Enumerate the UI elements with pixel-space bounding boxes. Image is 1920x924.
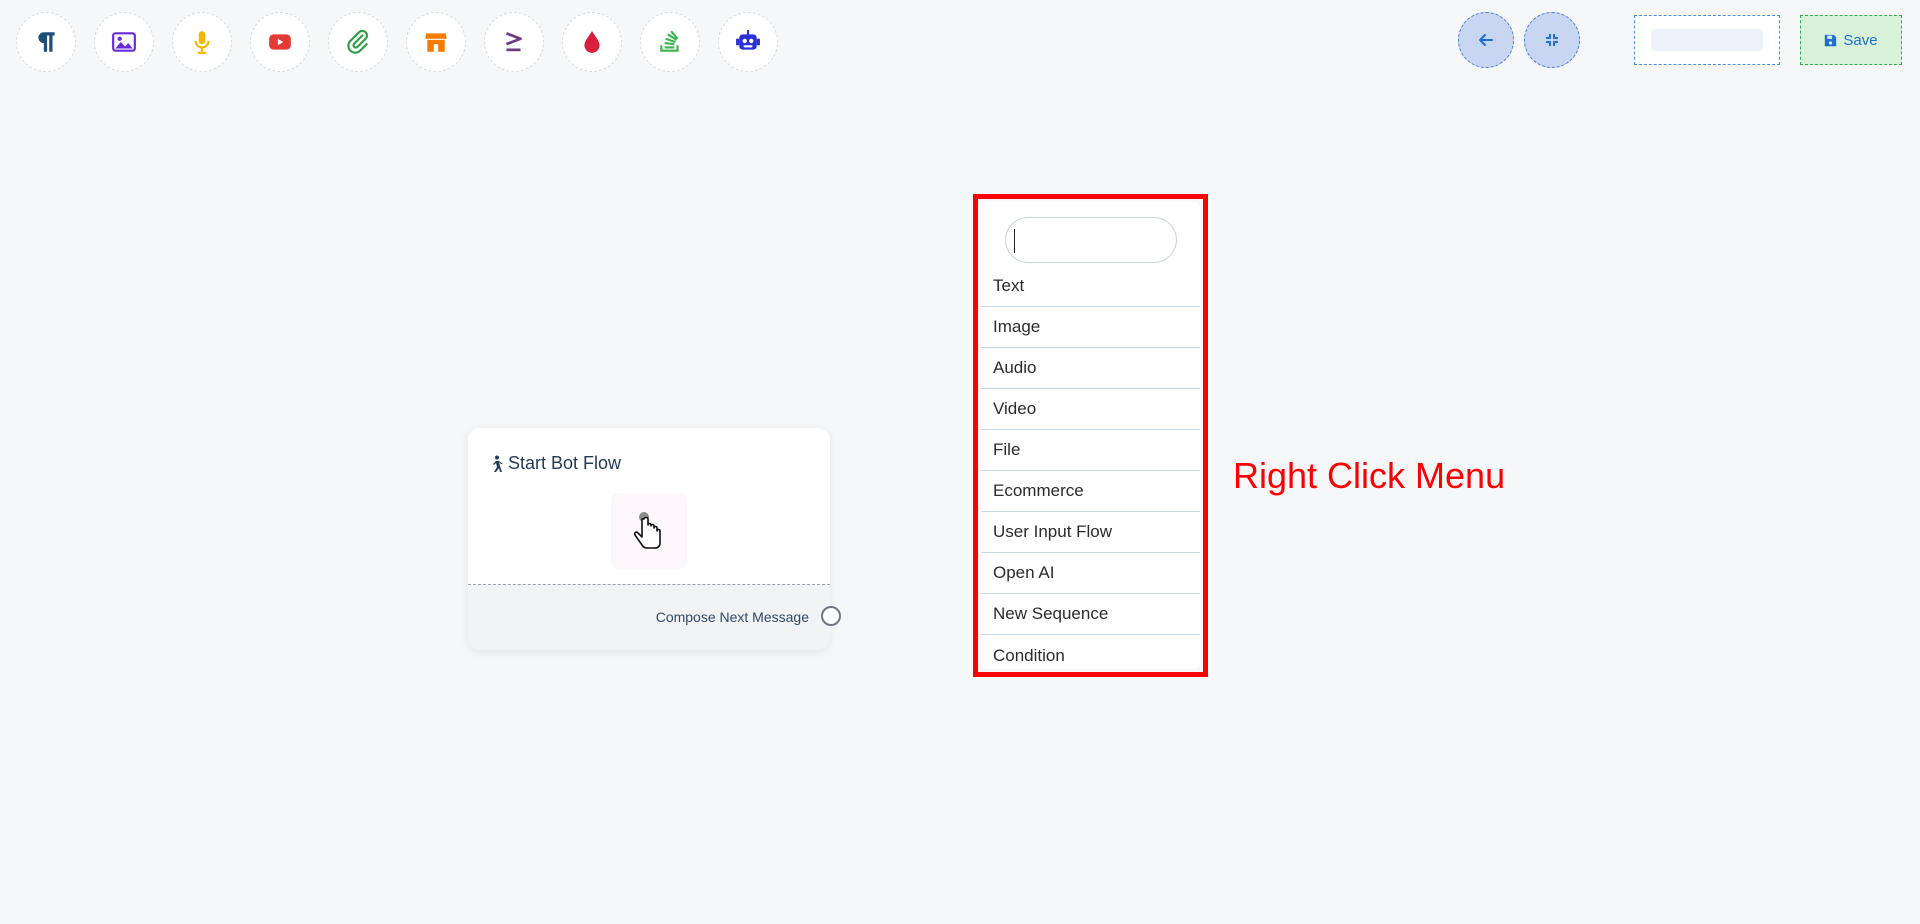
greater-equal-icon <box>505 32 522 52</box>
context-menu-search-input[interactable] <box>1005 217 1177 263</box>
add-audio-node-button[interactable] <box>172 12 232 72</box>
paragraph-icon <box>38 32 55 52</box>
context-menu-list: Text Image Audio Video File Ecommerce Us… <box>981 266 1200 676</box>
add-drop-node-button[interactable] <box>562 12 622 72</box>
microphone-icon <box>194 31 210 54</box>
walking-person-icon <box>493 455 503 472</box>
context-menu: Text Image Audio Video File Ecommerce Us… <box>981 202 1200 669</box>
add-ecommerce-node-button[interactable] <box>406 12 466 72</box>
arrow-left-icon <box>1479 34 1493 46</box>
menu-item-text[interactable]: Text <box>981 266 1200 307</box>
start-node-title: Start Bot Flow <box>488 453 621 474</box>
right-click-menu-annotation: Right Click Menu <box>1233 455 1506 496</box>
compress-icon <box>1546 34 1558 46</box>
add-openai-node-button[interactable] <box>718 12 778 72</box>
menu-item-open-ai[interactable]: Open AI <box>981 553 1200 594</box>
add-sequence-node-button[interactable] <box>640 12 700 72</box>
add-file-node-button[interactable] <box>328 12 388 72</box>
youtube-icon <box>269 34 291 50</box>
add-condition-node-button[interactable] <box>484 12 544 72</box>
flow-name-field[interactable] <box>1634 15 1780 65</box>
node-toolbar <box>16 12 778 72</box>
stack-icon <box>660 30 679 52</box>
compose-next-message-label: Compose Next Message <box>655 609 809 625</box>
save-button[interactable]: Save <box>1800 15 1902 65</box>
menu-item-new-sequence[interactable]: New Sequence <box>981 594 1200 635</box>
start-node-title-text: Start Bot Flow <box>508 453 622 473</box>
collapse-button[interactable] <box>1524 12 1580 68</box>
add-video-node-button[interactable] <box>250 12 310 72</box>
flow-name-input[interactable] <box>1651 29 1763 51</box>
robot-icon <box>736 30 760 50</box>
output-connector[interactable] <box>821 606 841 626</box>
save-button-label: Save <box>1843 31 1878 49</box>
start-node-footer: Compose Next Message <box>468 584 841 650</box>
add-text-node-button[interactable] <box>16 12 76 72</box>
drop-zone[interactable] <box>611 493 687 569</box>
drop-icon <box>584 31 600 53</box>
menu-item-ecommerce[interactable]: Ecommerce <box>981 471 1200 512</box>
menu-item-user-input-flow[interactable]: User Input Flow <box>981 512 1200 553</box>
start-bot-flow-node[interactable]: Start Bot Flow Compose Next Message <box>468 428 841 650</box>
floppy-disk-icon <box>1825 34 1837 46</box>
menu-item-image[interactable]: Image <box>981 307 1200 348</box>
back-button[interactable] <box>1458 12 1514 68</box>
menu-item-condition[interactable]: Condition <box>981 635 1200 676</box>
text-caret <box>1014 229 1015 253</box>
add-image-node-button[interactable] <box>94 12 154 72</box>
menu-item-file[interactable]: File <box>981 430 1200 471</box>
context-menu-highlight: Text Image Audio Video File Ecommerce Us… <box>973 194 1208 677</box>
menu-item-audio[interactable]: Audio <box>981 348 1200 389</box>
hand-pointer-icon <box>633 512 661 549</box>
header-controls: Save <box>1458 12 1902 68</box>
paperclip-icon <box>347 29 368 54</box>
image-icon <box>112 32 136 52</box>
menu-item-video[interactable]: Video <box>981 389 1200 430</box>
store-icon <box>425 33 447 52</box>
